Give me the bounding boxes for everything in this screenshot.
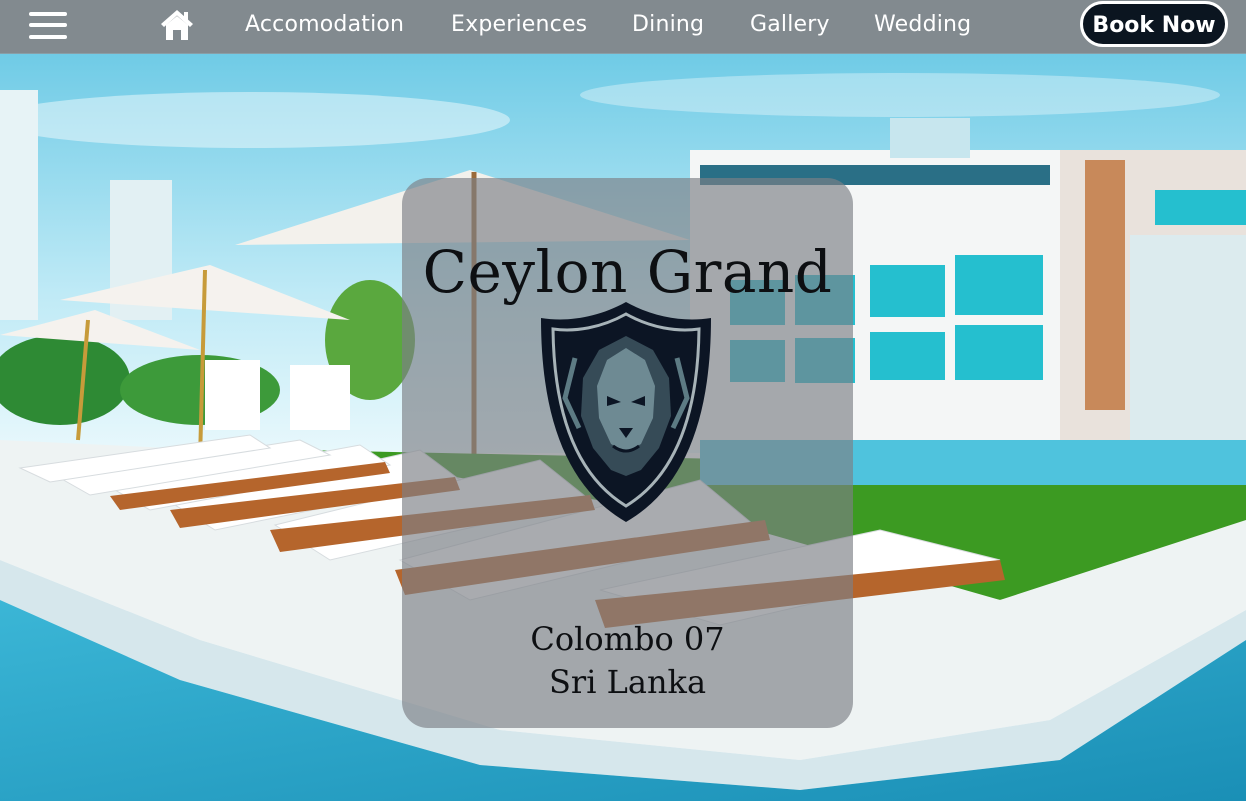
- nav-link-dining[interactable]: Dining: [632, 12, 704, 37]
- nav-link-experiences[interactable]: Experiences: [451, 12, 587, 37]
- hotel-name-title: Ceylon Grand: [422, 238, 833, 306]
- book-now-button[interactable]: Book Now: [1080, 1, 1228, 47]
- lion-crest-logo: [541, 302, 711, 522]
- top-navbar: Accomodation Experiences Dining Gallery …: [0, 0, 1246, 54]
- nav-link-gallery[interactable]: Gallery: [750, 12, 830, 37]
- location-city: Colombo 07: [530, 620, 725, 658]
- location-country: Sri Lanka: [548, 663, 707, 701]
- menu-icon[interactable]: [29, 10, 67, 40]
- nav-link-wedding[interactable]: Wedding: [874, 12, 971, 37]
- nav-link-accomodation[interactable]: Accomodation: [245, 12, 404, 37]
- home-icon[interactable]: [158, 7, 196, 43]
